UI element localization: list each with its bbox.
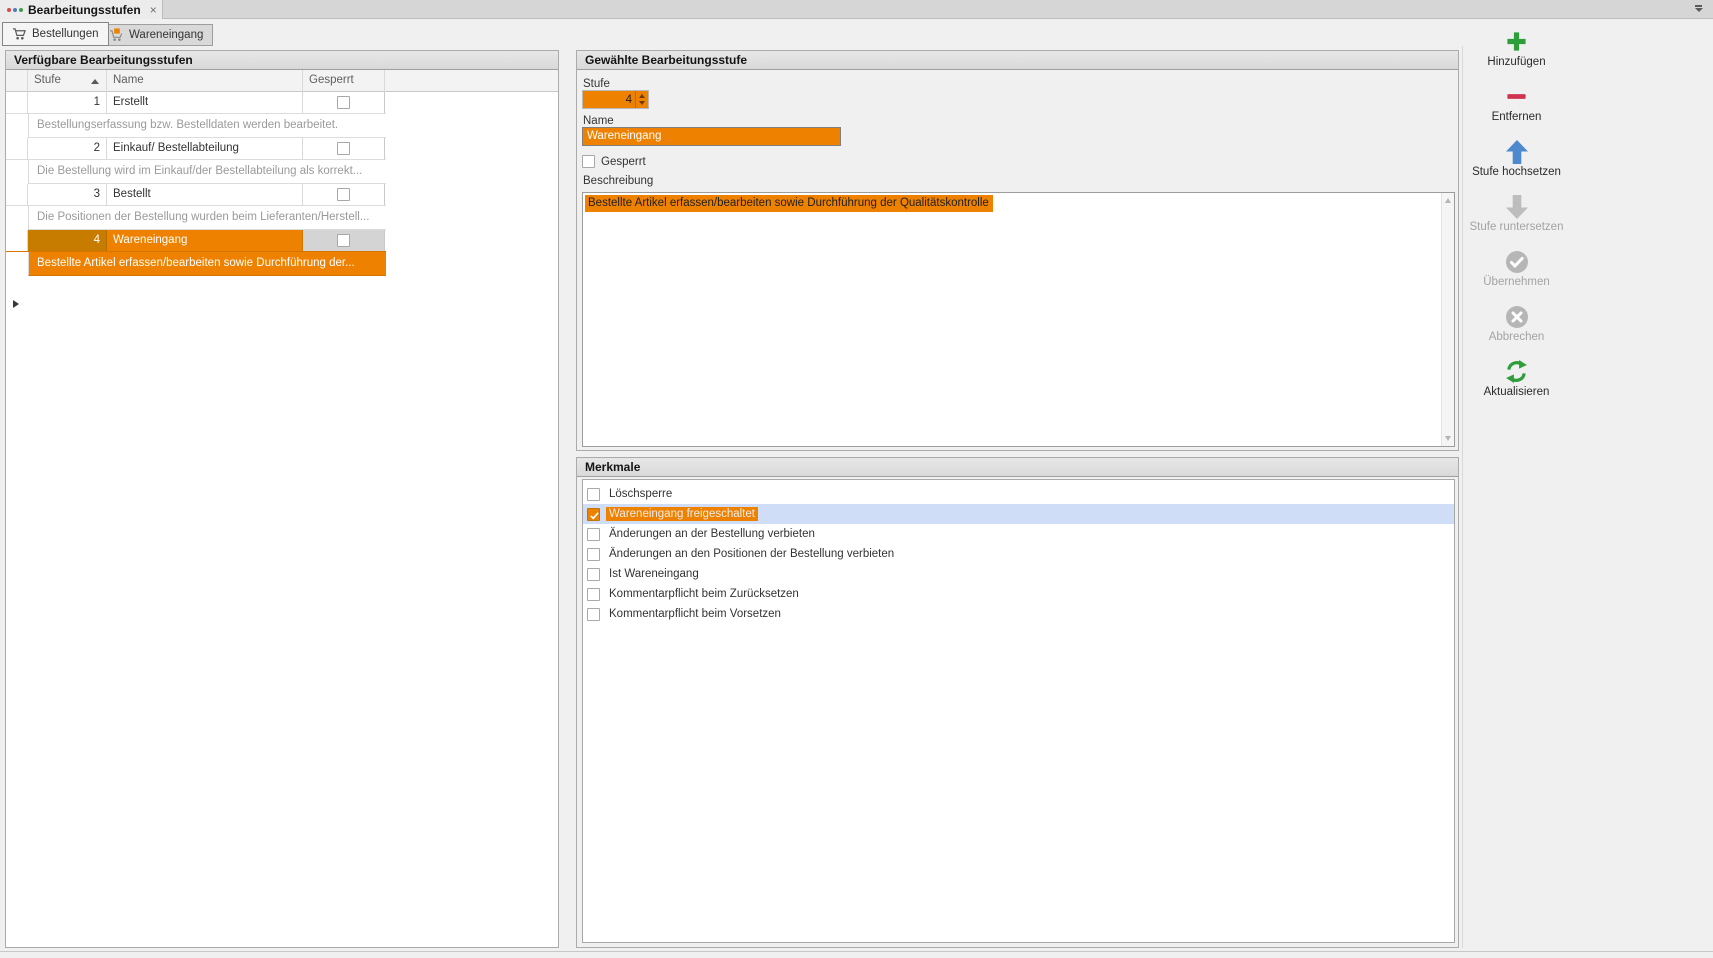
- name-label: Name: [583, 115, 614, 127]
- gesperrt-checkbox[interactable]: [337, 96, 350, 109]
- action-toolbar: Hinzufügen Entfernen Stufe hochsetzen St…: [1459, 28, 1574, 399]
- row-description-selected: Bestellte Artikel erfassen/bearbeiten so…: [28, 252, 386, 276]
- checkbox-unchecked[interactable]: [587, 488, 600, 501]
- table-row-selected[interactable]: 4 Wareneingang: [6, 230, 386, 252]
- cell-name: Erstellt: [107, 92, 303, 113]
- spinner-buttons[interactable]: [635, 91, 648, 108]
- checkbox-unchecked[interactable]: [587, 608, 600, 621]
- subtab-bestellungen[interactable]: Bestellungen: [2, 22, 109, 46]
- column-header-stufe[interactable]: Stufe: [28, 70, 107, 92]
- cell-stufe: 2: [28, 138, 107, 159]
- arrow-down-icon: [1505, 194, 1529, 220]
- sort-ascending-icon: [91, 79, 99, 84]
- stufe-hochsetzen-button[interactable]: Stufe hochsetzen: [1459, 138, 1574, 179]
- column-header-name[interactable]: Name: [107, 70, 303, 92]
- close-icon[interactable]: ×: [150, 4, 157, 16]
- vertical-scrollbar[interactable]: [1441, 193, 1454, 446]
- panel-title: Merkmale: [577, 458, 1458, 477]
- merkmal-item[interactable]: Kommentarpflicht beim Zurücksetzen: [583, 584, 1454, 604]
- merkmal-item[interactable]: Löschsperre: [583, 484, 1454, 504]
- hinzufuegen-button[interactable]: Hinzufügen: [1459, 28, 1574, 69]
- selected-stage-panel: Gewählte Bearbeitungsstufe Stufe 4 Name …: [576, 50, 1459, 451]
- tab-bearbeitungsstufen[interactable]: Bearbeitungsstufen ×: [0, 0, 163, 19]
- entfernen-button[interactable]: Entfernen: [1459, 83, 1574, 124]
- cell-name: Einkauf/ Bestellabteilung: [107, 138, 303, 159]
- gesperrt-checkbox[interactable]: [337, 188, 350, 201]
- merkmal-item[interactable]: Änderungen an den Positionen der Bestell…: [583, 544, 1454, 564]
- check-icon: [589, 510, 600, 521]
- merkmale-list: Löschsperre Wareneingang freigeschaltet …: [582, 479, 1455, 943]
- table-row[interactable]: 3 Bestellt: [6, 184, 386, 206]
- name-field[interactable]: Wareneingang: [582, 127, 841, 146]
- checkbox-unchecked[interactable]: [587, 528, 600, 541]
- plus-icon: [1505, 30, 1528, 53]
- merkmal-item[interactable]: Ist Wareneingang: [583, 564, 1454, 584]
- table-row[interactable]: 1 Erstellt: [6, 92, 386, 114]
- abbrechen-button[interactable]: Abbrechen: [1459, 303, 1574, 344]
- current-row-marker-icon: [13, 300, 19, 308]
- arrow-up-icon: [1505, 139, 1529, 165]
- checkbox-unchecked[interactable]: [587, 568, 600, 581]
- table-header-row: Stufe Name Gesperrt: [6, 70, 558, 92]
- subtab-label: Bestellungen: [32, 28, 99, 40]
- stufe-label: Stufe: [583, 78, 610, 90]
- gesperrt-label: Gesperrt: [601, 156, 646, 168]
- cell-name: Wareneingang: [107, 230, 303, 251]
- bottom-divider: [0, 951, 1713, 952]
- stufe-value: 4: [626, 91, 632, 109]
- cart-icon: [12, 27, 27, 41]
- checkbox-unchecked[interactable]: [587, 588, 600, 601]
- subtab-bar: Bestellungen Wareneingang: [0, 19, 1713, 46]
- subtab-wareneingang[interactable]: Wareneingang: [99, 24, 213, 46]
- scroll-up-icon[interactable]: [1445, 198, 1451, 203]
- merkmal-item[interactable]: Kommentarpflicht beim Vorsetzen: [583, 604, 1454, 624]
- minus-icon: [1505, 85, 1528, 108]
- goods-receipt-cart-icon: [109, 28, 124, 42]
- beschreibung-selected-text: Bestellte Artikel erfassen/bearbeiten so…: [585, 195, 993, 212]
- stufe-runtersetzen-button[interactable]: Stufe runtersetzen: [1459, 193, 1574, 234]
- row-description: Die Bestellung wird im Einkauf/der Beste…: [28, 160, 386, 184]
- cell-stufe: 4: [28, 230, 107, 251]
- beschreibung-label: Beschreibung: [583, 175, 653, 187]
- stages-table-body: 1 Erstellt Bestellungserfassung bzw. Bes…: [6, 92, 558, 276]
- row-description: Die Positionen der Bestellung wurden bei…: [28, 206, 386, 230]
- gesperrt-checkbox[interactable]: [337, 234, 350, 247]
- merkmal-item[interactable]: Änderungen an der Bestellung verbieten: [583, 524, 1454, 544]
- cell-stufe: 1: [28, 92, 107, 113]
- available-stages-panel: Verfügbare Bearbeitungsstufen Stufe Name…: [5, 50, 559, 948]
- column-header-filler: [385, 70, 558, 92]
- gesperrt-checkbox[interactable]: [582, 155, 595, 168]
- spin-down-icon[interactable]: [639, 101, 645, 105]
- three-dots-icon: [7, 8, 23, 12]
- refresh-icon: [1504, 359, 1529, 384]
- scroll-down-icon[interactable]: [1445, 436, 1451, 441]
- checkbox-unchecked[interactable]: [587, 548, 600, 561]
- tab-list-dropdown-icon[interactable]: [1694, 5, 1703, 13]
- subtab-label: Wareneingang: [129, 29, 203, 41]
- tab-title: Bearbeitungsstufen: [28, 3, 141, 17]
- panel-title: Gewählte Bearbeitungsstufe: [577, 51, 1458, 70]
- column-header-gesperrt[interactable]: Gesperrt: [303, 70, 385, 92]
- check-circle-icon: [1505, 250, 1529, 274]
- beschreibung-textarea[interactable]: Bestellte Artikel erfassen/bearbeiten so…: [582, 192, 1455, 447]
- stufe-spinner[interactable]: 4: [582, 90, 649, 109]
- document-tab-bar: Bearbeitungsstufen ×: [0, 0, 1713, 19]
- cell-stufe: 3: [28, 184, 107, 205]
- spin-up-icon[interactable]: [639, 94, 645, 98]
- merkmale-panel: Merkmale Löschsperre Wareneingang freige…: [576, 457, 1459, 948]
- panel-title: Verfügbare Bearbeitungsstufen: [6, 51, 558, 70]
- aktualisieren-button[interactable]: Aktualisieren: [1459, 358, 1574, 399]
- gesperrt-checkbox[interactable]: [337, 142, 350, 155]
- x-circle-icon: [1505, 305, 1529, 329]
- row-description: Bestellungserfassung bzw. Bestelldaten w…: [28, 114, 386, 138]
- table-row[interactable]: 2 Einkauf/ Bestellabteilung: [6, 138, 386, 160]
- uebernehmen-button[interactable]: Übernehmen: [1459, 248, 1574, 289]
- merkmal-item-selected[interactable]: Wareneingang freigeschaltet: [583, 504, 1454, 524]
- checkbox-checked[interactable]: [587, 508, 600, 521]
- row-selector-header: [6, 70, 28, 92]
- cell-name: Bestellt: [107, 184, 303, 205]
